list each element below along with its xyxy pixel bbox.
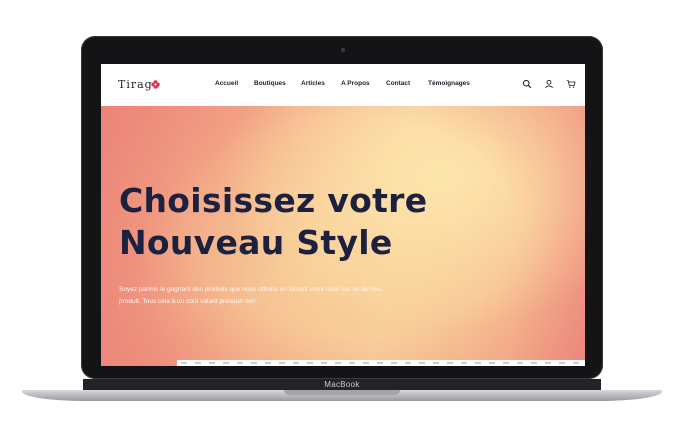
next-section-content [181, 362, 581, 364]
hero-title: Choisissez votre Nouveau Style [119, 181, 428, 262]
nav-item-temoignages[interactable]: Témoignages [428, 80, 470, 87]
browser-viewport: Tirage Accueil Boutiques Articles A Prop… [101, 64, 585, 366]
search-icon[interactable] [522, 79, 532, 89]
nav-item-a-propos[interactable]: A Propos [341, 80, 370, 87]
laptop-notch [284, 390, 400, 395]
nav-item-contact[interactable]: Contact [386, 80, 410, 87]
nav-item-accueil[interactable]: Accueil [215, 80, 238, 87]
hero-description: Soyez parmis le gagnant des produits que… [119, 286, 381, 305]
user-icon[interactable] [544, 79, 554, 89]
site-header: Tirage Accueil Boutiques Articles A Prop… [101, 64, 585, 106]
main-nav: Accueil Boutiques Articles A Propos Cont… [101, 80, 585, 92]
cart-icon[interactable] [566, 79, 576, 89]
hero-section: Choisissez votre Nouveau Style Soyez par… [101, 106, 585, 366]
nav-item-articles[interactable]: Articles [301, 80, 325, 87]
device-brand-label: MacBook [324, 380, 360, 389]
nav-item-boutiques[interactable]: Boutiques [254, 80, 286, 87]
webcam [341, 48, 345, 52]
